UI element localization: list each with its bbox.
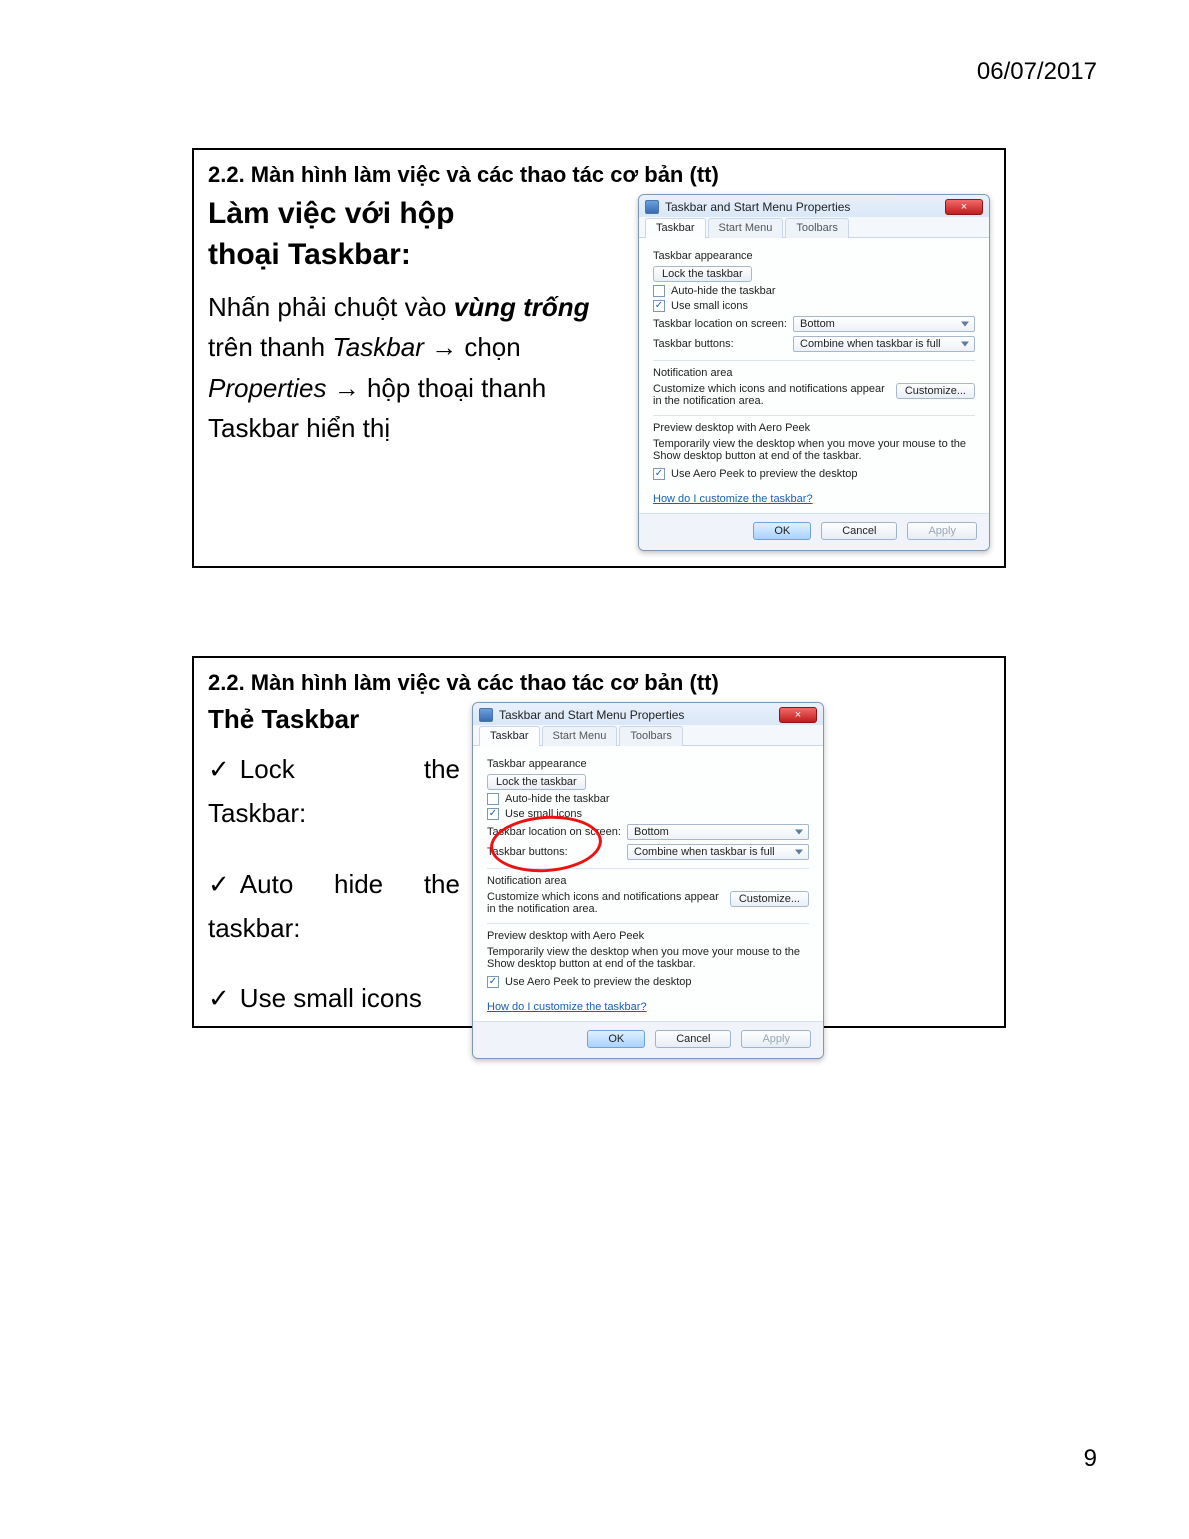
slide-headline: 2.2. Màn hình làm việc và các thao tác c… [208,670,990,696]
location-label: Taskbar location on screen: [653,318,793,330]
small-icons-checkbox[interactable]: ✓ [653,300,665,312]
notification-text: Customize which icons and notifications … [653,383,888,407]
tab-start-menu[interactable]: Start Menu [542,726,618,746]
autohide-label: Auto-hide the taskbar [505,793,610,805]
slide1-text-column: Làm việc với hộp thoại Taskbar: Nhấn phả… [208,194,626,448]
apply-button[interactable]: Apply [907,522,977,540]
page-date: 06/07/2017 [977,58,1097,86]
dialog-content: Taskbar appearance Lock the taskbar Auto… [473,746,823,1021]
buttons-dropdown[interactable]: Combine when taskbar is full [627,844,809,860]
small-icons-label: Use small icons [505,808,582,820]
help-link[interactable]: How do I customize the taskbar? [653,493,813,505]
taskbar-dialog-image: Taskbar and Start Menu Properties × Task… [638,194,990,551]
bullet-text: the [424,749,460,789]
slide-headline: 2.2. Màn hình làm việc và các thao tác c… [208,162,990,188]
location-dropdown[interactable]: Bottom [793,316,975,332]
lock-taskbar-button[interactable]: Lock the taskbar [653,266,752,282]
tab-taskbar[interactable]: Taskbar [479,726,540,746]
aero-peek-label: Use Aero Peek to preview the desktop [671,468,858,480]
cancel-button[interactable]: Cancel [821,522,897,540]
bullet-text: Use small icons [208,983,422,1013]
tab-taskbar[interactable]: Taskbar [645,218,706,238]
aero-peek-text: Temporarily view the desktop when you mo… [487,946,809,970]
taskbar-properties-dialog: Taskbar and Start Menu Properties × Task… [638,194,990,551]
tab-toolbars[interactable]: Toolbars [785,218,849,238]
tab-toolbars[interactable]: Toolbars [619,726,683,746]
aero-peek-group-label: Preview desktop with Aero Peek [487,930,809,942]
appearance-group-label: Taskbar appearance [487,758,809,770]
aero-peek-checkbox[interactable]: ✓ [487,976,499,988]
close-button[interactable]: × [945,199,983,215]
ok-button[interactable]: OK [753,522,811,540]
dialog-content: Taskbar appearance Lock the taskbar Auto… [639,238,989,513]
bullet-autohide: Auto hide the [208,864,460,904]
small-icons-checkbox[interactable]: ✓ [487,808,499,820]
slide-1: 2.2. Màn hình làm việc và các thao tác c… [192,148,1006,568]
buttons-label: Taskbar buttons: [653,338,793,350]
tab-start-menu[interactable]: Start Menu [708,218,784,238]
dialog-footer: OK Cancel Apply [473,1021,823,1058]
slide2-text-column: Thẻ Taskbar Lock the Taskbar: Auto hide … [208,702,460,1019]
help-link[interactable]: How do I customize the taskbar? [487,1001,647,1013]
text-frag: chọn [464,332,520,362]
notification-group-label: Notification area [653,367,975,379]
arrow-icon: → [334,373,367,403]
app-icon [479,708,493,722]
text-bold-italic: vùng trống [454,292,590,322]
location-dropdown[interactable]: Bottom [627,824,809,840]
text-italic: Taskbar [332,332,424,362]
bullet-text: Lock [208,749,295,789]
notification-group-label: Notification area [487,875,809,887]
lock-taskbar-button[interactable]: Lock the taskbar [487,774,586,790]
app-icon [645,200,659,214]
aero-peek-label: Use Aero Peek to preview the desktop [505,976,692,988]
bullet-tail: Taskbar: [208,793,460,833]
customize-button[interactable]: Customize... [730,891,809,907]
appearance-group-label: Taskbar appearance [653,250,975,262]
cancel-button[interactable]: Cancel [655,1030,731,1048]
aero-peek-group-label: Preview desktop with Aero Peek [653,422,975,434]
bullet-tail: taskbar: [208,908,460,948]
apply-button[interactable]: Apply [741,1030,811,1048]
dialog-title: Taskbar and Start Menu Properties [665,200,945,214]
buttons-dropdown[interactable]: Combine when taskbar is full [793,336,975,352]
autohide-label: Auto-hide the taskbar [671,285,776,297]
arrow-icon: → [431,332,464,362]
ok-button[interactable]: OK [587,1030,645,1048]
bullet-lock: Lock the [208,749,460,789]
close-button[interactable]: × [779,707,817,723]
autohide-checkbox[interactable] [653,285,665,297]
location-label: Taskbar location on screen: [487,826,627,838]
taskbar-properties-dialog: Taskbar and Start Menu Properties × Task… [472,702,824,1059]
text-frag: Nhấn phải chuột vào [208,292,454,322]
dialog-titlebar: Taskbar and Start Menu Properties × [639,195,989,217]
bullet-small-icons: Use small icons [208,978,460,1018]
slide2-subtitle: Thẻ Taskbar [208,702,460,737]
slide1-subtitle: Làm việc với hộp thoại Taskbar: [208,194,626,275]
tab-row: Taskbar Start Menu Toolbars [639,217,989,238]
dialog-footer: OK Cancel Apply [639,513,989,550]
bullet-text: the [424,864,460,904]
text-italic: Properties [208,373,327,403]
slide-2: 2.2. Màn hình làm việc và các thao tác c… [192,656,1006,1028]
notification-text: Customize which icons and notifications … [487,891,722,915]
page-number: 9 [1084,1445,1097,1473]
slide1-body-text: Nhấn phải chuột vào vùng trống trên than… [208,287,626,448]
buttons-label: Taskbar buttons: [487,846,627,858]
bullet-text: hide [334,864,383,904]
aero-peek-text: Temporarily view the desktop when you mo… [653,438,975,462]
subtitle-line2: thoại Taskbar: [208,238,411,271]
autohide-checkbox[interactable] [487,793,499,805]
dialog-title: Taskbar and Start Menu Properties [499,708,779,722]
tab-row: Taskbar Start Menu Toolbars [473,725,823,746]
text-frag: trên thanh [208,332,332,362]
customize-button[interactable]: Customize... [896,383,975,399]
taskbar-dialog-image-2: Taskbar and Start Menu Properties × Task… [472,702,824,1059]
subtitle-line1: Làm việc với hộp [208,197,454,230]
bullet-text: Auto [208,864,293,904]
small-icons-label: Use small icons [671,300,748,312]
aero-peek-checkbox[interactable]: ✓ [653,468,665,480]
dialog-titlebar: Taskbar and Start Menu Properties × [473,703,823,725]
